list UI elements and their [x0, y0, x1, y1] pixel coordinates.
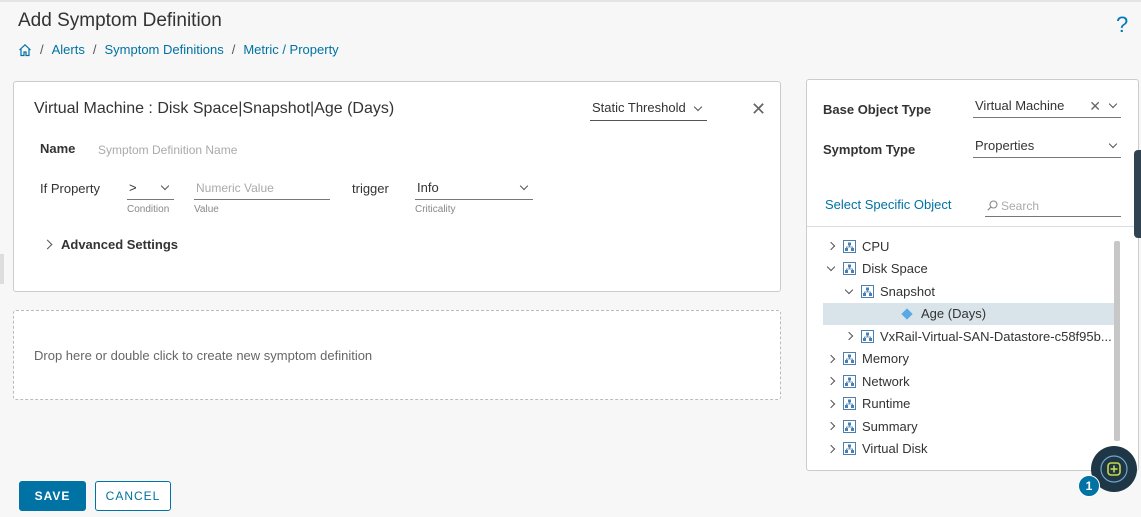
- criticality-sublabel: Criticality: [415, 204, 456, 215]
- breadcrumb-separator: /: [40, 42, 44, 57]
- threshold-type-select[interactable]: Static Threshold: [590, 100, 707, 121]
- property-group-icon: [843, 419, 856, 433]
- tree-node[interactable]: VxRail-Virtual-SAN-Datastore-c58f95b...: [823, 325, 1115, 347]
- tree-node-label: Memory: [862, 351, 909, 366]
- chevron-down-icon: [1108, 99, 1118, 109]
- property-group-icon: [843, 262, 856, 275]
- property-group-icon: [861, 329, 874, 343]
- condition-select[interactable]: >: [127, 180, 174, 200]
- quick-action-icon: [1100, 455, 1128, 483]
- chevron-down-icon: [519, 181, 529, 191]
- tree-node[interactable]: Age (Days): [823, 302, 1115, 325]
- breadcrumb-symptom-definitions[interactable]: Symptom Definitions: [104, 42, 223, 57]
- cancel-button[interactable]: CANCEL: [95, 481, 171, 511]
- select-specific-object-link[interactable]: Select Specific Object: [825, 197, 951, 212]
- advanced-settings-toggle[interactable]: Advanced Settings: [42, 237, 179, 252]
- tree-node[interactable]: Runtime: [823, 393, 1115, 415]
- base-object-type-label: Base Object Type: [823, 102, 932, 117]
- definition-title: Virtual Machine : Disk Space|Snapshot|Ag…: [34, 100, 395, 117]
- chevron-right-icon: [42, 239, 53, 250]
- question-mark-icon[interactable]: ?: [1116, 12, 1128, 38]
- name-label: Name: [40, 141, 76, 156]
- symptom-definition-card: Virtual Machine : Disk Space|Snapshot|Ag…: [13, 81, 781, 292]
- property-diamond-icon: [901, 307, 913, 320]
- drop-zone[interactable]: Drop here or double click to create new …: [13, 310, 781, 400]
- search-icon: [987, 200, 998, 211]
- chevron-down-icon: [160, 181, 170, 191]
- chevron-right-icon[interactable]: [825, 376, 837, 386]
- tree-node[interactable]: Disk Space: [823, 258, 1115, 280]
- breadcrumb-separator: /: [92, 42, 97, 57]
- name-input[interactable]: Symptom Definition Name: [98, 143, 237, 157]
- support-tab[interactable]: [1134, 150, 1141, 238]
- left-resize-handle[interactable]: [0, 254, 4, 284]
- base-object-type-value: Virtual Machine: [975, 98, 1065, 113]
- tree-node[interactable]: Memory: [823, 348, 1115, 370]
- if-property-label: If Property: [40, 181, 100, 196]
- chevron-down-icon[interactable]: [843, 285, 855, 294]
- chevron-right-icon[interactable]: [825, 241, 837, 251]
- tree-node[interactable]: Snapshot: [823, 280, 1115, 302]
- chevron-right-icon[interactable]: [825, 399, 837, 408]
- tree-node-label: CPU: [862, 238, 890, 254]
- top-divider: [0, 0, 1141, 2]
- home-icon[interactable]: [18, 43, 32, 57]
- save-button[interactable]: SAVE: [19, 481, 86, 511]
- search-input[interactable]: [1001, 197, 1119, 215]
- chevron-down-icon[interactable]: [825, 262, 837, 272]
- breadcrumb: / Alerts / Symptom Definitions / Metric …: [18, 42, 339, 57]
- tree-node[interactable]: CPU: [823, 235, 1115, 257]
- condition-value: >: [129, 180, 137, 195]
- notification-badge: 1: [1078, 475, 1100, 497]
- property-tree: CPU Disk Space Snapshot Age (Days) VxRail-Vi…: [823, 235, 1115, 465]
- chevron-right-icon[interactable]: [825, 444, 837, 453]
- tree-node-label: Snapshot: [880, 283, 935, 299]
- tree-divider: [807, 226, 1140, 227]
- object-search: [985, 197, 1121, 217]
- close-icon[interactable]: ✕: [751, 100, 766, 118]
- symptom-type-label: Symptom Type: [823, 142, 916, 157]
- property-group-icon: [861, 284, 874, 298]
- symptom-type-select[interactable]: Properties: [973, 138, 1121, 158]
- tree-node-label: Network: [862, 373, 910, 389]
- chevron-right-icon[interactable]: [825, 354, 837, 363]
- tree-scrollbar[interactable]: [1114, 241, 1120, 441]
- property-group-icon: [843, 397, 856, 410]
- chevron-down-icon: [693, 102, 703, 112]
- chevron-right-icon[interactable]: [825, 421, 837, 431]
- trigger-label: trigger: [352, 181, 389, 196]
- object-selector-panel: Base Object Type Virtual Machine ✕ Sympt…: [806, 79, 1140, 471]
- numeric-value-placeholder: Numeric Value: [196, 181, 274, 195]
- symptom-type-value: Properties: [975, 138, 1035, 153]
- chevron-right-icon[interactable]: [843, 331, 855, 341]
- page-title: Add Symptom Definition: [18, 10, 222, 31]
- value-sublabel: Value: [194, 204, 219, 215]
- breadcrumb-metric-property[interactable]: Metric / Property: [243, 42, 338, 57]
- tree-node-label: Age (Days): [921, 306, 987, 321]
- breadcrumb-alerts[interactable]: Alerts: [52, 42, 85, 57]
- base-object-type-select[interactable]: Virtual Machine ✕: [973, 98, 1121, 118]
- property-group-icon: [843, 239, 856, 253]
- criticality-select[interactable]: Info: [415, 180, 533, 200]
- numeric-value-input[interactable]: Numeric Value: [194, 180, 330, 200]
- tree-node[interactable]: Network: [823, 370, 1115, 392]
- chevron-down-icon: [1108, 139, 1118, 149]
- condition-sublabel: Condition: [127, 204, 170, 215]
- property-group-icon: [843, 374, 856, 388]
- tree-node[interactable]: Virtual Disk: [823, 438, 1115, 460]
- tree-node-label: Runtime: [862, 396, 911, 411]
- clear-icon[interactable]: ✕: [1089, 98, 1101, 115]
- advanced-settings-label: Advanced Settings: [61, 237, 179, 252]
- drop-zone-text: Drop here or double click to create new …: [34, 348, 373, 363]
- property-group-icon: [843, 442, 856, 455]
- tree-node-label: Virtual Disk: [862, 441, 928, 456]
- tree-node-label: VxRail-Virtual-SAN-Datastore-c58f95b...: [880, 328, 1112, 344]
- property-group-icon: [843, 352, 856, 365]
- tree-node[interactable]: Summary: [823, 415, 1115, 437]
- breadcrumb-separator: /: [231, 42, 236, 57]
- threshold-type-value: Static Threshold: [592, 100, 686, 115]
- tree-node-label: Summary: [862, 418, 918, 434]
- tree-node-label: Disk Space: [862, 261, 928, 276]
- criticality-value: Info: [417, 180, 439, 195]
